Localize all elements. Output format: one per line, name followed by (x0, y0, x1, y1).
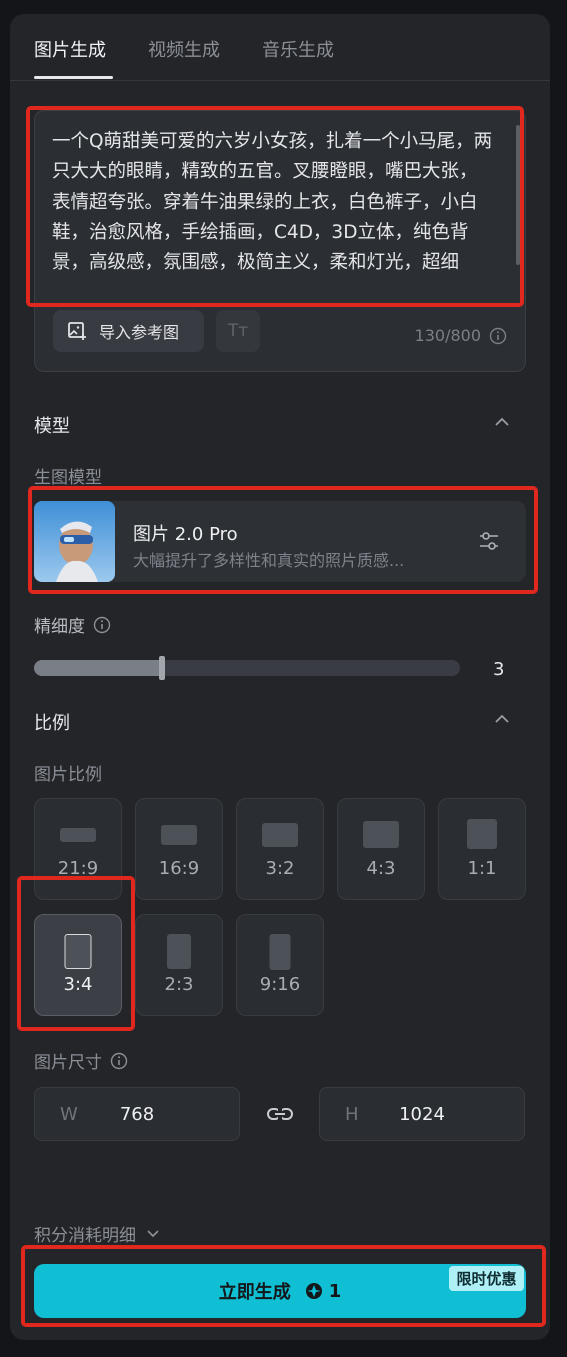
detail-slider-fill (34, 660, 162, 676)
detail-label-row: 精细度 (34, 612, 111, 637)
detail-value: 3 (493, 659, 505, 680)
prompt-box: 一个Q萌甜美可爱的六岁小女孩，扎着一个小马尾，两只大大的眼睛，精致的五官。叉腰瞪… (34, 110, 526, 372)
size-label-row: 图片尺寸 (34, 1048, 128, 1073)
ratio-label: 图片比例 (34, 765, 102, 785)
ratio-option-3-2[interactable]: 3:2 (236, 798, 324, 900)
ratio-shape-icon (64, 934, 92, 969)
char-counter: 130/800 (415, 326, 507, 345)
import-reference-button[interactable]: 导入参考图 (53, 310, 204, 352)
ratio-label-text: 4:3 (366, 858, 396, 879)
detail-label: 精细度 (34, 617, 85, 637)
tab-video[interactable]: 视频生成 (148, 36, 220, 62)
text-style-button[interactable]: Tт (216, 310, 260, 352)
cost-detail-toggle[interactable]: 积分消耗明细 (34, 1221, 160, 1246)
ratio-shape-icon (161, 825, 197, 845)
image-add-icon (68, 322, 86, 340)
chevron-up-icon[interactable] (494, 714, 510, 724)
ratio-label-text: 16:9 (158, 858, 200, 879)
ratio-shape-icon (269, 934, 291, 970)
height-value[interactable]: 1024 (320, 1104, 524, 1125)
ratio-shape-icon (363, 821, 399, 848)
chevron-down-icon (147, 1230, 159, 1238)
ratio-option-9-16[interactable]: 9:16 (236, 914, 324, 1016)
ratio-label-text: 9:16 (259, 974, 301, 995)
prompt-scrollbar[interactable] (516, 125, 520, 265)
ratio-option-21-9[interactable]: 21:9 (34, 798, 122, 900)
ratio-label-text: 3:4 (63, 974, 93, 995)
width-field[interactable]: W 768 (34, 1087, 240, 1141)
chevron-up-icon[interactable] (494, 417, 510, 427)
model-thumbnail (34, 501, 115, 582)
ratio-option-16-9[interactable]: 16:9 (135, 798, 223, 900)
sliders-icon[interactable] (478, 530, 500, 552)
ratio-option-2-3[interactable]: 2:3 (135, 914, 223, 1016)
size-label: 图片尺寸 (34, 1053, 102, 1073)
model-section-title: 模型 (34, 416, 70, 437)
ratio-section-title: 比例 (34, 713, 70, 734)
active-tab-indicator (34, 76, 113, 79)
generation-panel: 图片生成 视频生成 音乐生成 一个Q萌甜美可爱的六岁小女孩，扎着一个小马尾，两只… (10, 14, 550, 1340)
import-reference-label: 导入参考图 (99, 323, 180, 342)
ratio-shape-icon (60, 828, 96, 842)
credit-count: 1 (328, 1280, 342, 1302)
tab-music[interactable]: 音乐生成 (262, 36, 334, 62)
link-icon[interactable] (266, 1102, 294, 1126)
ratio-option-4-3[interactable]: 4:3 (337, 798, 425, 900)
ratio-label-text: 3:2 (265, 858, 295, 879)
cost-detail-label: 积分消耗明细 (34, 1226, 136, 1246)
ratio-label-text: 1:1 (467, 858, 497, 879)
credit-cost: 1 (305, 1280, 342, 1302)
detail-slider-handle[interactable] (159, 656, 165, 680)
info-icon[interactable] (110, 1052, 128, 1070)
width-value[interactable]: 768 (35, 1104, 239, 1125)
ratio-label-text: 21:9 (57, 858, 99, 879)
ratio-label-text: 2:3 (164, 974, 194, 995)
prompt-input[interactable]: 一个Q萌甜美可爱的六岁小女孩，扎着一个小马尾，两只大大的眼睛，精致的五官。叉腰瞪… (52, 127, 494, 277)
ratio-shape-icon (167, 934, 191, 969)
model-label: 生图模型 (34, 468, 102, 488)
info-icon[interactable] (93, 616, 111, 634)
char-count: 130/800 (414, 326, 481, 345)
generate-label: 立即生成 (218, 1282, 291, 1303)
promo-badge: 限时优惠 (449, 1266, 524, 1291)
model-name: 图片 2.0 Pro (133, 524, 238, 545)
ratio-shape-icon (262, 823, 298, 847)
mode-tabs: 图片生成 视频生成 音乐生成 (10, 14, 550, 81)
text-style-icon: Tт (227, 321, 249, 341)
ratio-option-3-4[interactable]: 3:4 (34, 914, 122, 1016)
ratio-shape-icon (467, 819, 497, 849)
height-field[interactable]: H 1024 (319, 1087, 525, 1141)
credit-coin-icon (305, 1283, 322, 1299)
ratio-option-1-1[interactable]: 1:1 (438, 798, 526, 900)
model-card[interactable]: 图片 2.0 Pro 大幅提升了多样性和真实的照片质感... (34, 501, 526, 582)
info-icon[interactable] (489, 327, 507, 345)
detail-slider[interactable] (34, 656, 460, 680)
model-description: 大幅提升了多样性和真实的照片质感... (133, 551, 405, 570)
tab-image[interactable]: 图片生成 (34, 36, 106, 62)
